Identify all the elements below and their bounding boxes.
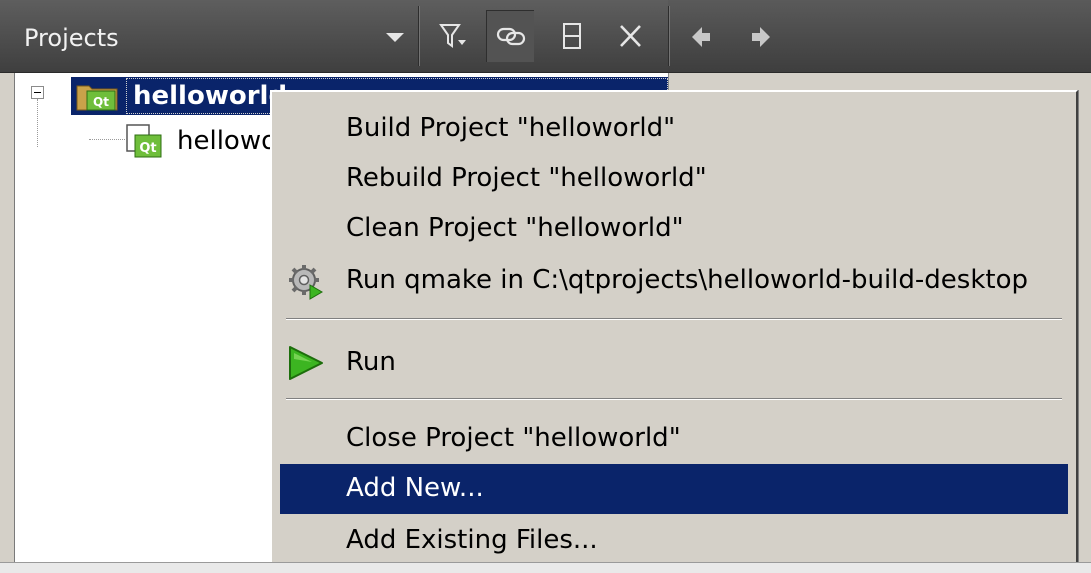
menu-separator [286, 398, 1062, 400]
play-icon [289, 346, 323, 380]
arrow-right-icon[interactable] [746, 24, 772, 50]
menu-item-label: Rebuild Project "helloworld" [346, 163, 707, 193]
link-icon [496, 27, 526, 46]
tree-line [37, 99, 38, 147]
editor-toolbar [668, 0, 1091, 72]
qt-folder-icon: Qt [76, 85, 118, 111]
filter-button[interactable] [428, 10, 476, 62]
svg-text:Qt: Qt [93, 95, 109, 109]
split-button[interactable] [548, 10, 596, 62]
tree-node-label: hellowo [177, 126, 278, 156]
projects-toolbar: Projects [0, 0, 1091, 73]
tree-node-label: helloworld [133, 81, 288, 111]
toolbar-divider [418, 6, 419, 66]
menu-item-label: Close Project "helloworld" [346, 423, 681, 453]
bottom-border [0, 562, 1091, 573]
link-with-editor-button[interactable] [486, 10, 534, 62]
panel-title: Projects [24, 24, 119, 52]
tree-line [89, 139, 125, 140]
menu-item-run[interactable]: Run [280, 338, 1068, 388]
collapse-toggle[interactable] [31, 86, 44, 99]
split-icon [563, 23, 581, 49]
gear-run-icon [289, 265, 323, 300]
menu-item-label: Add Existing Files... [346, 525, 598, 555]
menu-item-label: Add New... [346, 473, 484, 503]
toolbar-divider [668, 6, 669, 66]
arrow-left-icon[interactable] [690, 24, 716, 50]
menu-item-label: Build Project "helloworld" [346, 113, 676, 143]
qt-project-file-icon: Qt [126, 124, 162, 158]
menu-item-label: Run [346, 347, 396, 377]
menu-item-add-existing-files[interactable]: Add Existing Files... [280, 516, 1068, 566]
close-panel-button[interactable] [606, 10, 654, 62]
filter-icon [439, 24, 466, 48]
menu-item-close-project[interactable]: Close Project "helloworld" [280, 414, 1068, 464]
menu-item-rebuild-project[interactable]: Rebuild Project "helloworld" [280, 154, 1068, 204]
context-menu: Build Project "helloworld" Rebuild Proje… [270, 90, 1078, 572]
menu-item-run-qmake[interactable]: Run qmake in C:\qtprojects\helloworld-bu… [280, 256, 1068, 306]
menu-item-add-new[interactable]: Add New... [280, 464, 1068, 514]
menu-item-build-project[interactable]: Build Project "helloworld" [280, 104, 1068, 154]
menu-item-label: Clean Project "helloworld" [346, 213, 684, 243]
close-icon [620, 25, 641, 47]
menu-item-label: Run qmake in C:\qtprojects\helloworld-bu… [346, 265, 1028, 295]
chevron-down-icon[interactable] [386, 33, 404, 42]
menu-item-clean-project[interactable]: Clean Project "helloworld" [280, 204, 1068, 254]
menu-separator [286, 318, 1062, 320]
svg-text:Qt: Qt [139, 141, 156, 156]
